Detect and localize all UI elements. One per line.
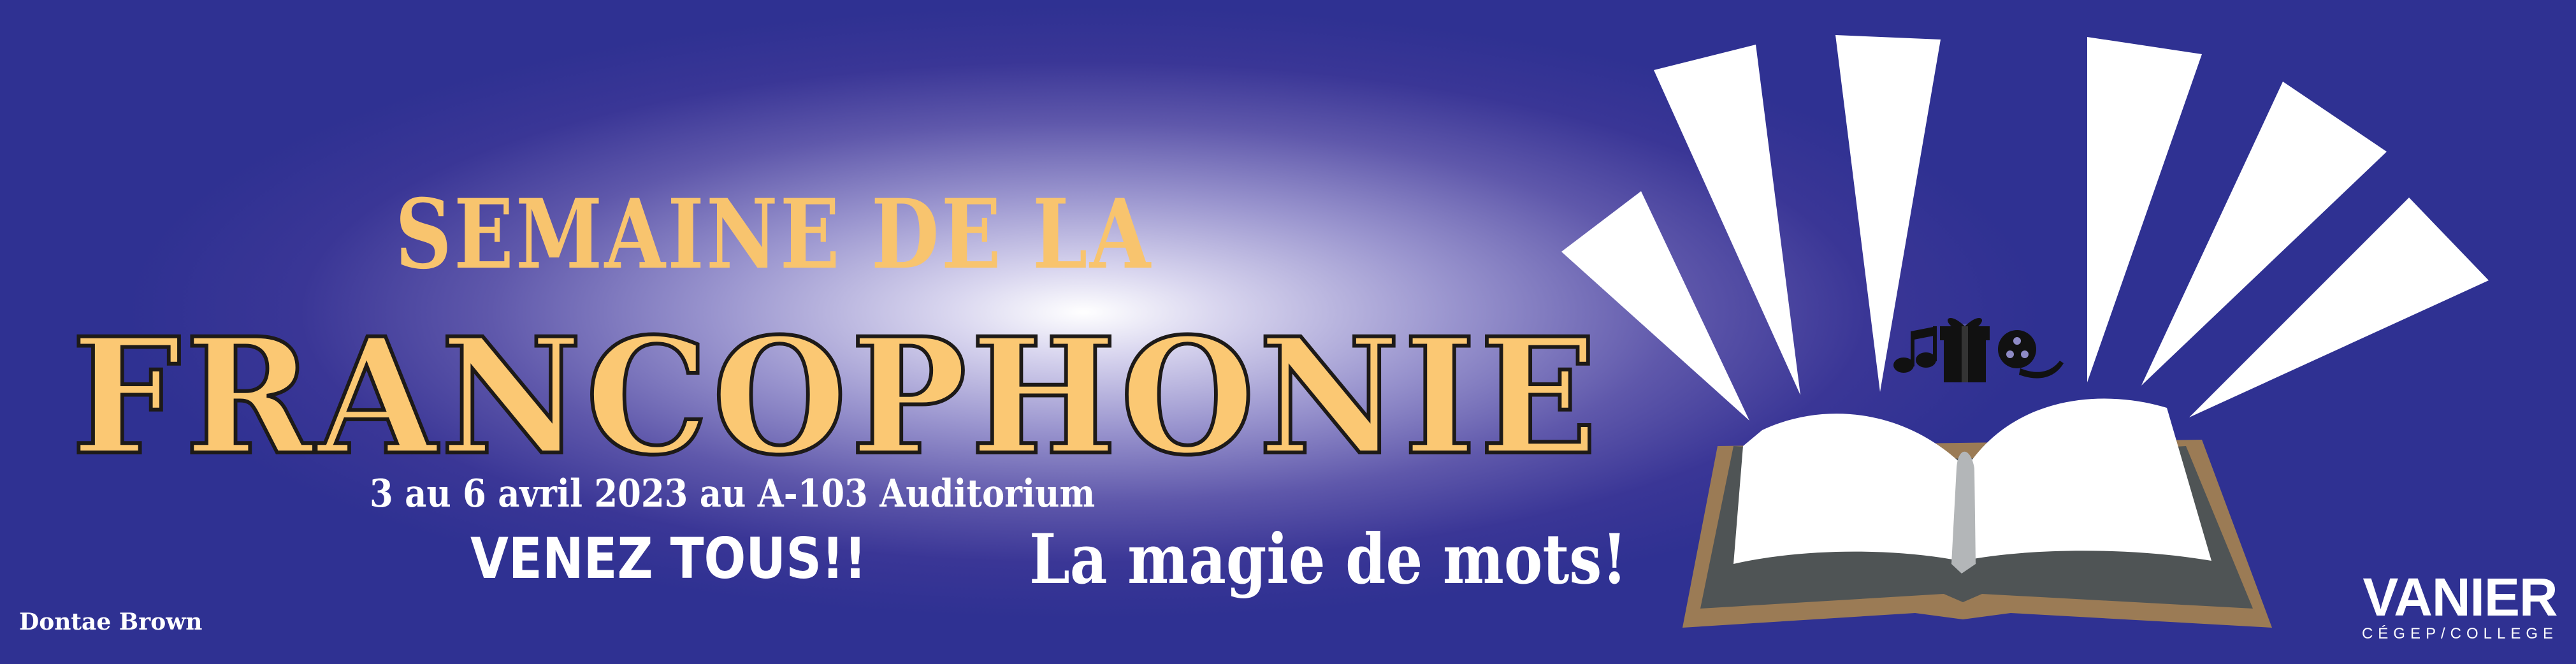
title-top: SEMAINE DE LA: [395, 178, 1153, 291]
light-ray: [1561, 191, 1749, 421]
francophonie-banner: SEMAINE DE LA FRANCOPHONIE 3 au 6 avril …: [0, 0, 2576, 664]
designer-credit: Dontae Brown: [19, 609, 203, 635]
gift-icon: [1940, 317, 1990, 382]
light-ray: [1835, 35, 1941, 392]
film-reel-icon: [1998, 330, 2064, 379]
call-to-action: VENEZ TOUS!!: [470, 526, 867, 591]
open-book: [1682, 398, 2272, 628]
open-book-illustration: [1561, 35, 2489, 628]
vanier-logo: VANIER CÉGEP/COLLEGE: [2361, 570, 2559, 643]
title-main: FRANCOPHONIE: [69, 301, 1602, 492]
book-page-right: [1963, 398, 2211, 561]
book-page-left: [1733, 414, 1966, 564]
logo-name: VANIER: [2363, 567, 2558, 627]
logo-subtitle: CÉGEP/COLLEGE: [2361, 625, 2559, 642]
event-date-location: 3 au 6 avril 2023 au A-103 Auditorium: [370, 472, 1096, 516]
music-note-icon: [1893, 326, 1937, 373]
tagline: La magie de mots!: [1029, 519, 1628, 600]
